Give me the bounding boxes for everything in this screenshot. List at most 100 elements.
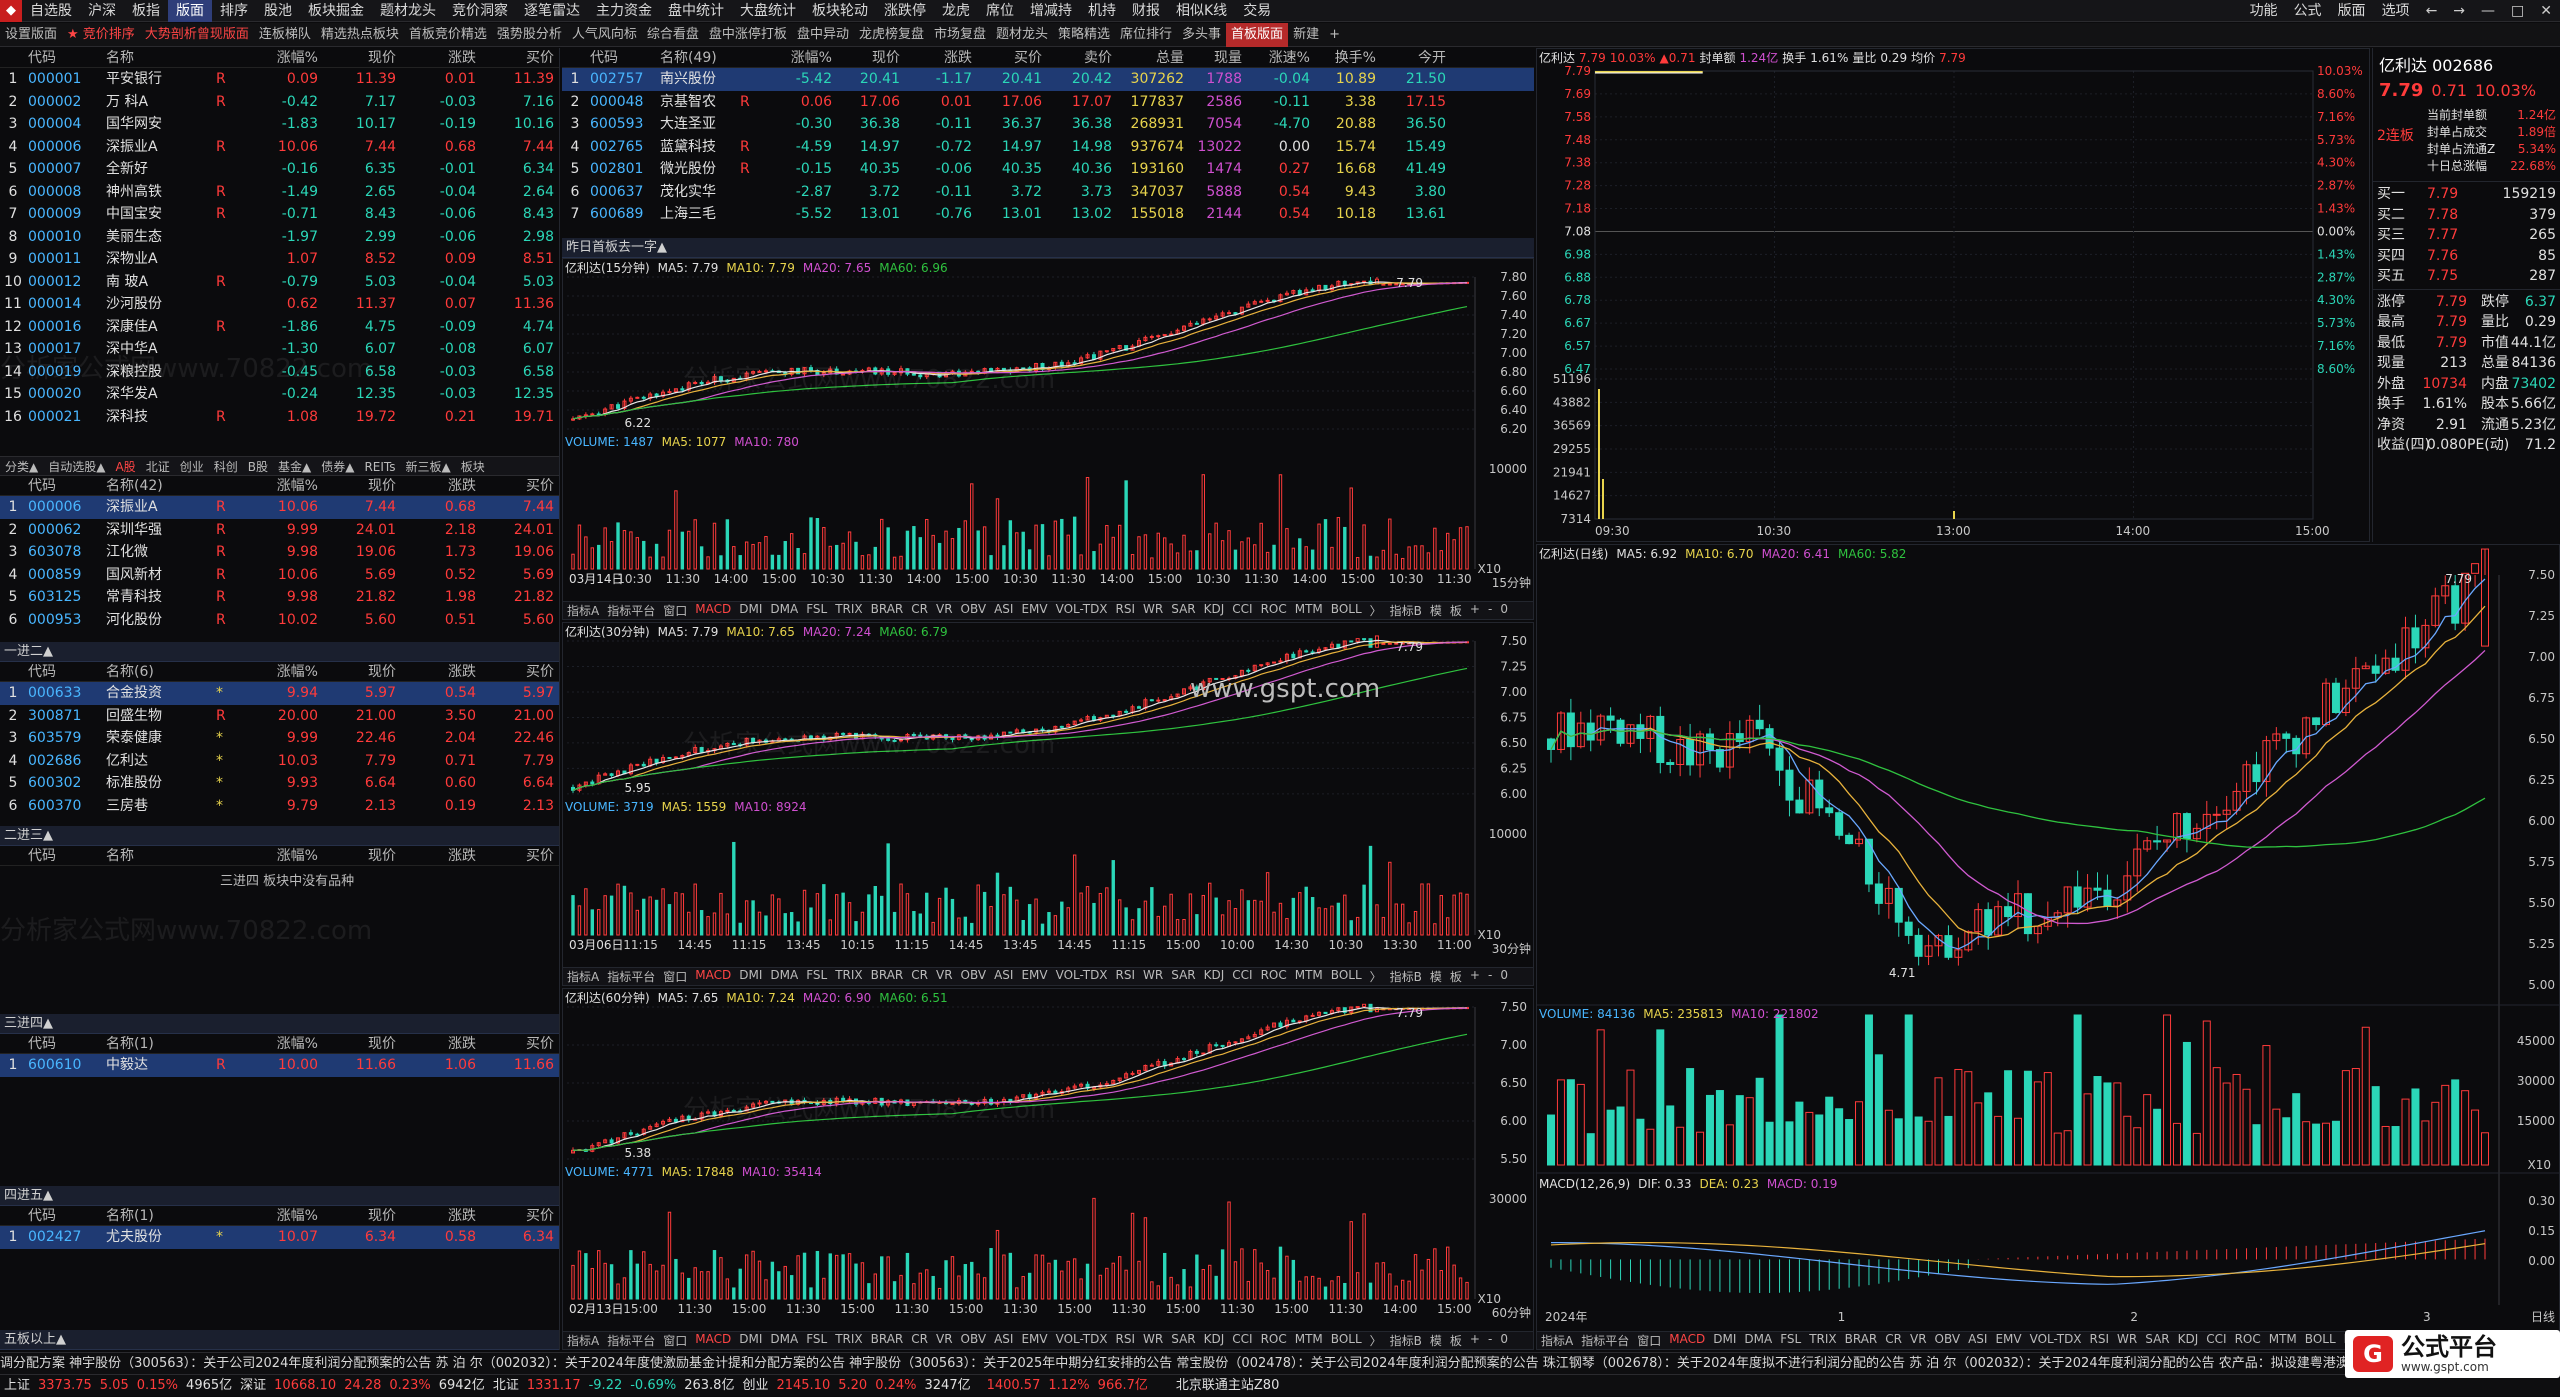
column-header[interactable]: 名称(42) (104, 476, 238, 495)
indicator-tab[interactable]: FSL (1776, 1332, 1805, 1349)
back-icon[interactable]: ← (2418, 3, 2446, 19)
table-row[interactable]: 16 000021 深科技 R 1.08 19.72 0.21 19.71 (0, 406, 559, 429)
column-header[interactable]: 买价 (974, 48, 1044, 67)
indicator-tab[interactable]: 指标B (1386, 602, 1426, 619)
column-header[interactable]: 买价 (478, 476, 556, 495)
indicator-tab[interactable]: OBV (1931, 1332, 1965, 1349)
chart-15min[interactable]: 7.80 7.60 7.40 7.20 7.00 6.80 6.60 6.40 6.20 7.79… (562, 258, 1534, 620)
indicator-tab[interactable]: 指标B (1386, 1332, 1426, 1349)
column-header[interactable]: 涨幅% (238, 48, 320, 67)
server-status[interactable]: 北京联通主站Z80 (1172, 1375, 1283, 1396)
column-header[interactable]: 涨幅% (238, 476, 320, 495)
table-row[interactable]: 6 000008 神州高铁 R -1.49 2.65 -0.04 2.64 (0, 181, 559, 204)
table-row[interactable]: 1 000001 平安银行 R 0.09 11.39 0.01 11.39 (0, 68, 559, 91)
indicator-tab[interactable]: CCI (1228, 968, 1256, 985)
table-row[interactable]: 2 000002 万 科A R -0.42 7.17 -0.03 7.16 (0, 91, 559, 114)
indicator-tab[interactable]: VR (932, 602, 957, 619)
layout-tab[interactable]: 大势剖析曾现版面 (140, 23, 254, 47)
charts-section-title[interactable]: 昨日首板去一字▲ (562, 238, 1534, 258)
layout-tab[interactable]: 强势股分析 (492, 23, 567, 47)
indicator-tab[interactable]: ASI (990, 968, 1017, 985)
indicator-tab[interactable]: VOL-TDX (1052, 1332, 1112, 1349)
indicator-tab[interactable]: DMA (766, 1332, 802, 1349)
table-row[interactable]: 5 000007 全新好 -0.16 6.35 -0.01 6.34 (0, 158, 559, 181)
column-header[interactable]: 买价 (478, 1206, 556, 1225)
menu-item[interactable]: 财报 (1124, 0, 1168, 22)
layout-tab[interactable]: 首板版面 (1226, 22, 1289, 47)
ladder-section-title[interactable]: 一进二▲ (0, 642, 559, 662)
order-book-row[interactable]: 买五 7.75 287 (2377, 266, 2556, 287)
indicator-tab[interactable]: ROC (2231, 1332, 2265, 1349)
table-row[interactable]: 9 000011 深物业A 1.07 8.52 0.09 8.51 (0, 248, 559, 271)
column-header[interactable]: 现价 (320, 48, 398, 67)
column-header[interactable] (0, 846, 26, 865)
indicator-tab[interactable]: FSL (802, 968, 831, 985)
table-row[interactable]: 5 002801 微光股份 R -0.15 40.35 -0.06 40.35 40.36 193… (562, 158, 1534, 181)
table-row[interactable]: 7 600689 上海三毛 -5.52 13.01 -0.76 13.01 13.02 1550… (562, 203, 1534, 226)
column-header[interactable]: 现量 (1186, 48, 1244, 67)
order-book-row[interactable]: 买三 7.77 265 (2377, 225, 2556, 246)
table-row[interactable]: 1 002427 尤夫股份 * 10.07 6.34 0.58 6.34 (0, 1226, 559, 1249)
table-row[interactable]: 2 000048 京基智农 R 0.06 17.06 0.01 17.06 17.07 17783… (562, 91, 1534, 114)
indicator-tab[interactable]: RSI (1112, 968, 1140, 985)
column-header[interactable]: 总量 (1114, 48, 1186, 67)
menu-right-item[interactable]: 选项 (2374, 0, 2418, 22)
layout-tab[interactable]: 综合看盘 (642, 23, 704, 47)
indicator-tab[interactable]: 〉 (1366, 602, 1386, 619)
indicator-tab[interactable]: RSI (2086, 1332, 2114, 1349)
minimize-icon[interactable]: — (2473, 3, 2503, 19)
table-row[interactable]: 3 603078 江化微 R 9.98 19.06 1.73 19.06 (0, 541, 559, 564)
indicator-tab[interactable]: MTM (1291, 602, 1327, 619)
layout-tab[interactable]: 题材龙头 (991, 23, 1053, 47)
menu-item[interactable]: 逐笔雷达 (516, 0, 588, 22)
indicator-tab[interactable]: TRIX (831, 968, 866, 985)
layout-tab[interactable]: 龙虎榜复盘 (854, 23, 929, 47)
menu-item[interactable]: 板块轮动 (804, 0, 876, 22)
column-header[interactable]: 今开 (1378, 48, 1448, 67)
column-header[interactable]: 买价 (478, 48, 556, 67)
indicator-tab[interactable]: ROC (1257, 968, 1291, 985)
indicator-tab[interactable]: BOLL (2301, 1332, 2340, 1349)
indicator-tab[interactable]: - (1484, 968, 1496, 985)
column-header[interactable] (0, 48, 26, 67)
column-header[interactable]: 涨幅% (238, 846, 320, 865)
indicator-tab[interactable]: DMI (735, 968, 766, 985)
column-header[interactable]: 名称 (104, 48, 238, 67)
column-header[interactable]: 涨跌 (902, 48, 974, 67)
market-filter-tab[interactable]: 创业 (175, 457, 209, 475)
table-row[interactable]: 1 002757 南兴股份 -5.42 20.41 -1.17 20.41 20.42 3072… (562, 68, 1534, 91)
layout-tab[interactable]: 策略精选 (1053, 23, 1115, 47)
column-header[interactable] (0, 1206, 26, 1225)
column-header[interactable]: 名称(6) (104, 662, 238, 681)
column-header[interactable]: 涨幅% (238, 1206, 320, 1225)
indicator-tab[interactable]: CR (907, 1332, 932, 1349)
indicator-tab[interactable]: 〉 (1366, 1332, 1386, 1349)
indicator-tab[interactable]: CCI (2202, 1332, 2230, 1349)
market-filter-tab[interactable]: 自动选股▲ (43, 457, 110, 475)
column-header[interactable]: 涨跌 (398, 662, 478, 681)
column-header[interactable]: 名称(49) (658, 48, 760, 67)
indicator-tab[interactable]: + (1466, 968, 1484, 985)
indicator-tab[interactable]: 0 (1496, 968, 1512, 985)
column-header[interactable]: 买价 (478, 1034, 556, 1053)
chart-60min[interactable]: 7.50 7.00 6.50 6.00 5.50 7.79 5.38 30000 X10 60分钟… (562, 988, 1534, 1350)
indicator-tab[interactable]: 板 (1446, 602, 1466, 619)
layout-tab[interactable]: 连板梯队 (254, 23, 316, 47)
indicator-tab[interactable]: 窗口 (659, 1332, 691, 1349)
indicator-tab[interactable]: TRIX (1805, 1332, 1840, 1349)
column-header[interactable]: 现价 (320, 1206, 398, 1225)
indicator-tab[interactable]: CR (1881, 1332, 1906, 1349)
table-row[interactable]: 4 000006 深振业A R 10.06 7.44 0.68 7.44 (0, 136, 559, 159)
table-row[interactable]: 4 000859 国风新材 R 10.06 5.69 0.52 5.69 (0, 564, 559, 587)
indicator-tab[interactable]: 指标平台 (1577, 1332, 1633, 1349)
indicator-tab[interactable]: BRAR (867, 1332, 908, 1349)
menu-item[interactable]: 版面 (168, 0, 212, 22)
menu-item[interactable]: 题材龙头 (372, 0, 444, 22)
ladder-section-title[interactable]: 三进四▲ (0, 1014, 559, 1034)
column-header[interactable]: 现价 (320, 1034, 398, 1053)
column-header[interactable]: 涨跌 (398, 48, 478, 67)
menu-item[interactable]: 席位 (978, 0, 1022, 22)
menu-item[interactable]: 股池 (256, 0, 300, 22)
indicator-tab[interactable]: 模 (1426, 1332, 1446, 1349)
table-row[interactable]: 6 000637 茂化实华 -2.87 3.72 -0.11 3.72 3.73 347037 5… (562, 181, 1534, 204)
